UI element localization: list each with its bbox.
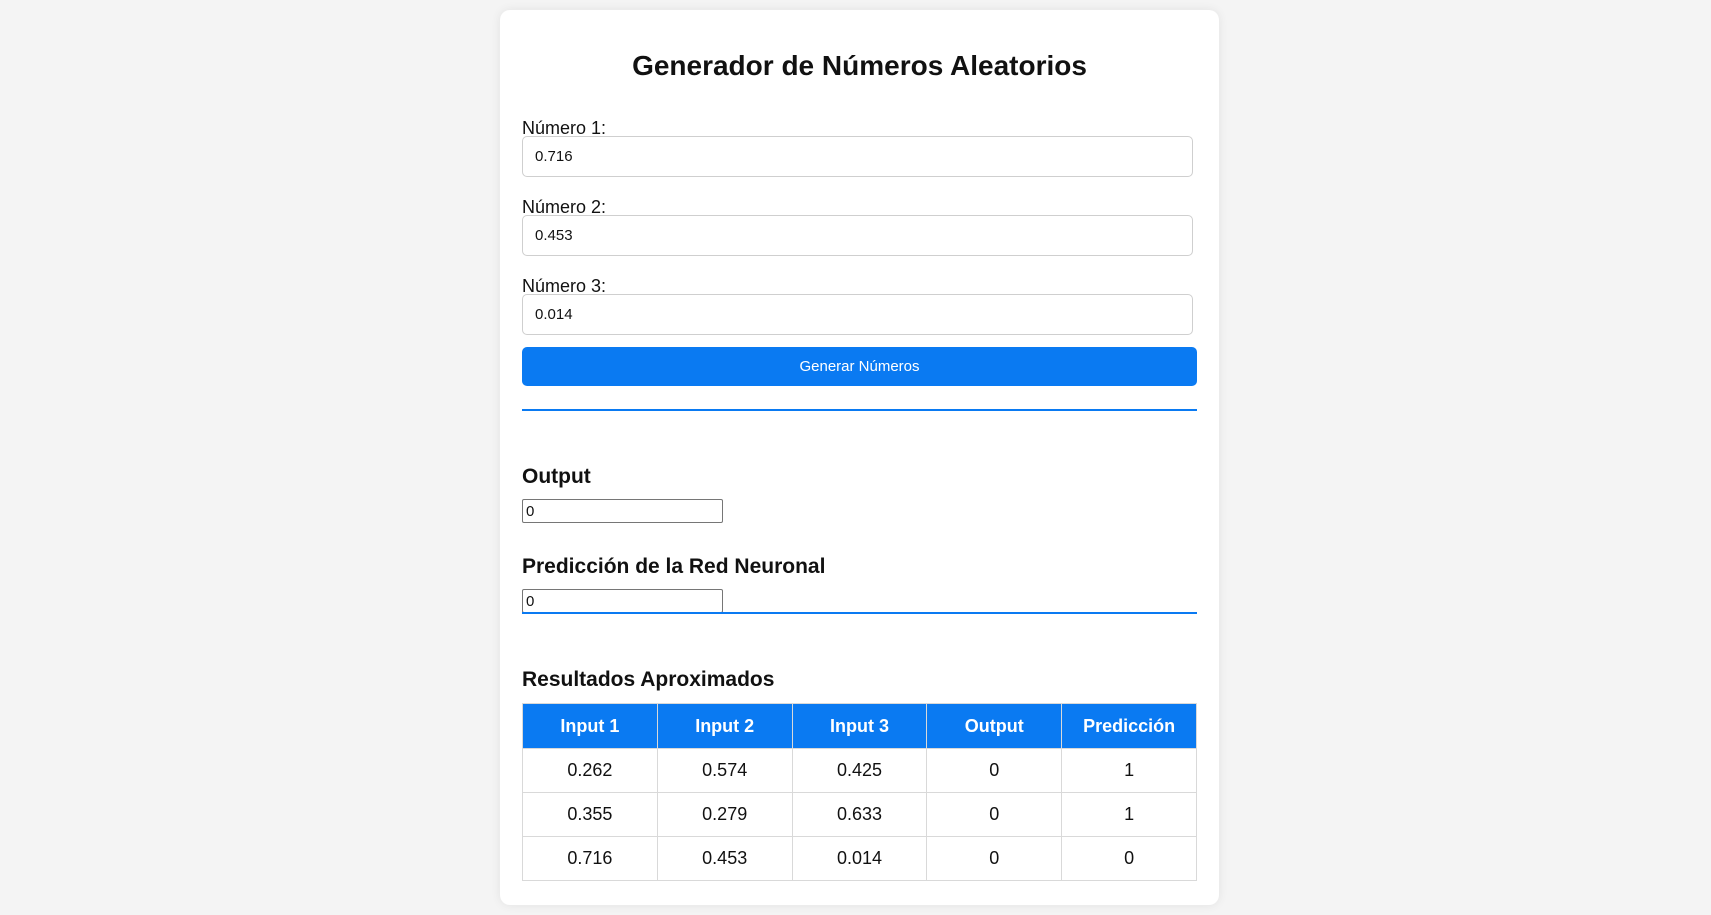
table-row: 0.355 0.279 0.633 0 1 <box>522 792 1197 837</box>
table-cell: 0.633 <box>791 792 928 837</box>
table-cell: 0.355 <box>522 792 658 837</box>
table-cell: 0 <box>1061 836 1197 881</box>
column-header: Input 3 <box>791 703 928 749</box>
generate-numbers-button[interactable]: Generar Números <box>522 347 1197 386</box>
section-divider <box>522 612 1197 614</box>
main-card: Generador de Números Aleatorios Número 1… <box>500 10 1219 905</box>
table-cell: 0.716 <box>522 836 658 881</box>
table-cell: 1 <box>1061 792 1197 837</box>
table-cell: 0.262 <box>522 748 658 793</box>
page-title: Generador de Números Aleatorios <box>632 50 1087 81</box>
results-title: Resultados Aproximados <box>522 668 775 691</box>
table-cell: 0 <box>926 792 1063 837</box>
column-header: Predicción <box>1061 703 1197 749</box>
output-title: Output <box>522 465 591 488</box>
table-cell: 1 <box>1061 748 1197 793</box>
table-cell: 0.014 <box>791 836 928 881</box>
column-header: Input 2 <box>656 703 793 749</box>
results-table: Input 1 Input 2 Input 3 Output Predicció… <box>522 703 1197 881</box>
table-cell: 0.453 <box>656 836 793 881</box>
table-cell: 0 <box>926 748 1063 793</box>
column-header: Input 1 <box>522 703 658 749</box>
table-cell: 0 <box>926 836 1063 881</box>
prediction-field[interactable] <box>522 589 723 613</box>
table-row: 0.262 0.574 0.425 0 1 <box>522 748 1197 793</box>
table-cell: 0.574 <box>656 748 793 793</box>
table-cell: 0.279 <box>656 792 793 837</box>
section-divider <box>522 409 1197 411</box>
numero-3-input[interactable] <box>522 294 1193 335</box>
table-row: 0.716 0.453 0.014 0 0 <box>522 836 1197 881</box>
column-header: Output <box>926 703 1063 749</box>
output-field[interactable] <box>522 499 723 523</box>
table-cell: 0.425 <box>791 748 928 793</box>
numero-2-input[interactable] <box>522 215 1193 256</box>
table-header-row: Input 1 Input 2 Input 3 Output Predicció… <box>522 703 1197 749</box>
prediction-title: Predicción de la Red Neuronal <box>522 555 826 578</box>
numero-1-input[interactable] <box>522 136 1193 177</box>
